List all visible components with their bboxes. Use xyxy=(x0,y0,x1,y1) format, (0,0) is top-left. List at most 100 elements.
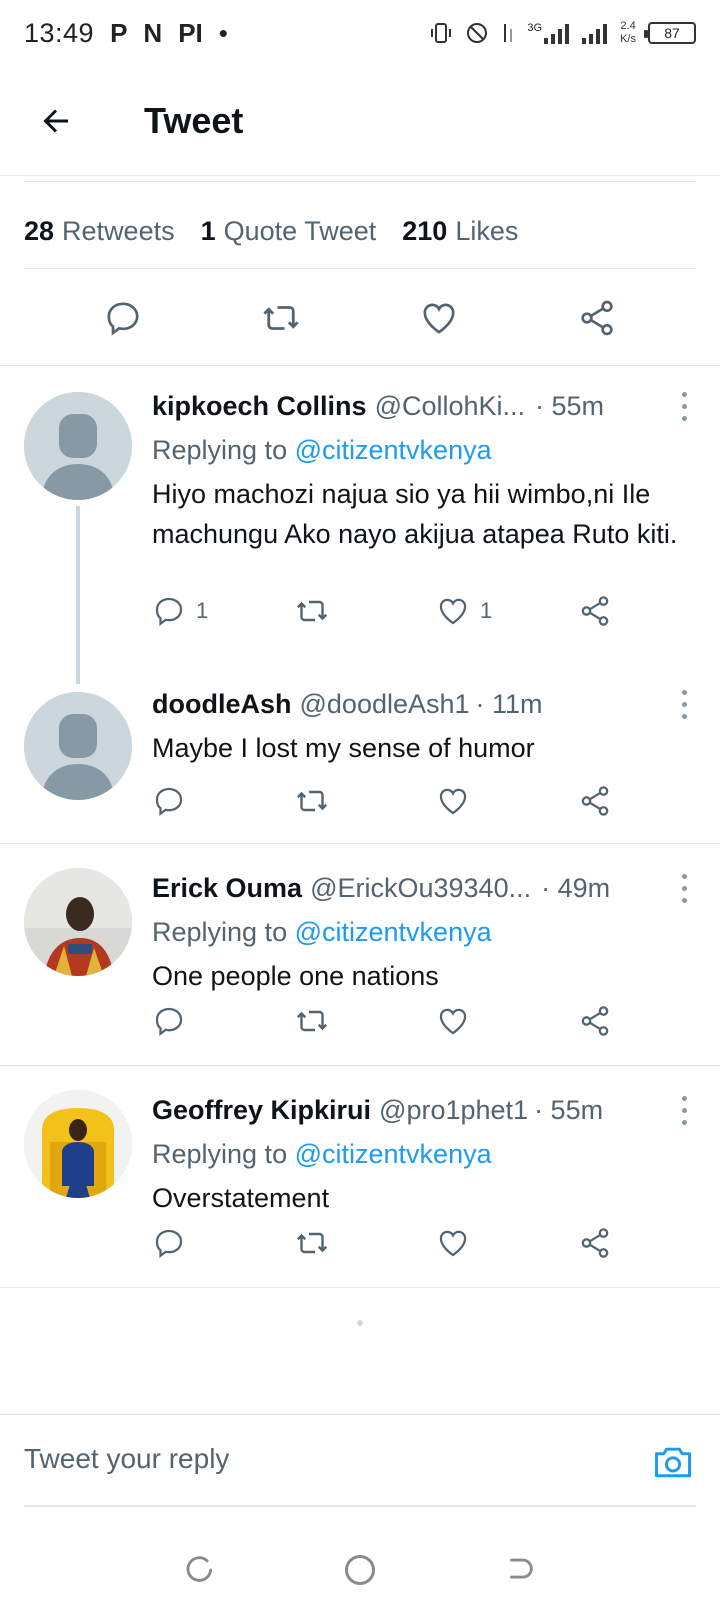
reply-icon xyxy=(155,1007,183,1037)
reply-composer xyxy=(0,1414,720,1510)
author-name[interactable]: doodleAsh xyxy=(152,689,292,720)
tweet-text: Maybe I lost my sense of humor xyxy=(152,733,535,763)
like-button[interactable]: 1 xyxy=(436,594,578,628)
reply-icon xyxy=(155,787,183,817)
tweet-time: · 55m xyxy=(534,1094,604,1125)
mention-link[interactable]: @citizentvkenya xyxy=(295,917,492,947)
do-not-disturb-icon xyxy=(467,23,488,43)
top-app-bar: Tweet xyxy=(0,66,720,176)
network-type-label: 3G xyxy=(527,22,543,34)
retweet-icon xyxy=(263,305,299,330)
arrow-left-icon xyxy=(43,108,68,133)
reply-tweet[interactable]: doodleAsh @doodleAsh1 · 11m Maybe I lost… xyxy=(0,680,720,842)
more-options-button[interactable] xyxy=(672,686,696,722)
retweet-button[interactable] xyxy=(294,783,436,819)
author-handle[interactable]: @ErickOu39340... xyxy=(310,873,531,904)
reply-icon xyxy=(107,301,139,336)
author-name[interactable]: kipkoech Collins xyxy=(152,391,367,422)
replying-to: Replying to @citizentvkenya xyxy=(152,912,696,952)
signal-3g-icon: 3G xyxy=(527,22,570,44)
retweet-button[interactable] xyxy=(294,1225,436,1261)
like-button[interactable] xyxy=(411,290,467,346)
reply-button[interactable] xyxy=(152,1226,294,1260)
battery-icon: 87 xyxy=(644,22,696,44)
avatar[interactable] xyxy=(24,392,132,500)
notification-pi-icon: PI xyxy=(178,17,203,48)
retweet-icon xyxy=(296,1010,328,1032)
reply-input[interactable] xyxy=(24,1429,624,1489)
quote-tweets-stat[interactable]: 1 Quote Tweet xyxy=(201,216,377,247)
reply-tweet[interactable]: kipkoech Collins @CollohKi... · 55m Repl… xyxy=(0,380,720,684)
mention-link[interactable]: @citizentvkenya xyxy=(295,1139,492,1169)
like-button[interactable] xyxy=(436,784,578,818)
heart-icon xyxy=(439,788,467,815)
share-icon xyxy=(581,1006,609,1036)
tweet-text: Overstatement xyxy=(152,1183,330,1213)
author-name[interactable]: Erick Ouma xyxy=(152,873,302,904)
recent-apps-button[interactable] xyxy=(175,1545,225,1595)
signal-icon xyxy=(582,24,608,44)
back-button[interactable] xyxy=(26,91,86,151)
reply-tweet[interactable]: Geoffrey Kipkirui @pro1phet1 · 55m Reply… xyxy=(0,1066,720,1288)
status-time: 13:49 xyxy=(24,17,95,48)
share-button[interactable] xyxy=(578,1004,612,1038)
camera-button[interactable] xyxy=(648,1437,698,1487)
reply-button[interactable] xyxy=(152,784,294,818)
heart-icon xyxy=(439,1008,467,1035)
avatar[interactable] xyxy=(24,692,132,800)
default-avatar-icon xyxy=(24,392,132,500)
retweet-button[interactable] xyxy=(253,290,309,346)
reply-button[interactable] xyxy=(152,1004,294,1038)
share-icon xyxy=(581,596,609,626)
home-button[interactable] xyxy=(335,1545,385,1595)
home-circle-icon xyxy=(345,1555,375,1585)
retweet-button[interactable] xyxy=(294,593,436,629)
reply-button[interactable]: 1 xyxy=(152,594,294,628)
likes-label: Likes xyxy=(455,216,519,246)
tweet-time: · 11m xyxy=(475,688,543,719)
retweets-stat[interactable]: 28 Retweets xyxy=(24,216,175,247)
share-button[interactable] xyxy=(578,594,612,628)
camera-icon xyxy=(655,1447,691,1478)
user-photo-icon xyxy=(24,868,132,976)
divider xyxy=(24,181,696,182)
tweet-time: · 55m xyxy=(535,390,605,421)
retweet-icon xyxy=(296,1232,328,1254)
replying-to: Replying to @citizentvkenya xyxy=(152,430,696,470)
battery-level: 87 xyxy=(664,25,680,41)
likes-stat[interactable]: 210 Likes xyxy=(402,216,518,247)
reply-icon xyxy=(155,597,183,627)
more-options-button[interactable] xyxy=(672,1092,696,1128)
author-handle[interactable]: @doodleAsh1 xyxy=(300,689,470,720)
like-button[interactable] xyxy=(436,1004,578,1038)
reply-tweet[interactable]: Erick Ouma @ErickOu39340... · 49m Replyi… xyxy=(0,844,720,1066)
share-button[interactable] xyxy=(569,290,625,346)
author-handle[interactable]: @CollohKi... xyxy=(375,391,525,422)
retweet-button[interactable] xyxy=(294,1003,436,1039)
author-handle[interactable]: @pro1phet1 xyxy=(379,1095,528,1126)
avatar[interactable] xyxy=(24,1090,132,1198)
share-icon xyxy=(581,300,613,335)
share-button[interactable] xyxy=(578,1226,612,1260)
back-nav-icon xyxy=(510,1558,533,1579)
page-title: Tweet xyxy=(144,99,244,141)
share-button[interactable] xyxy=(578,784,612,818)
replying-prefix: Replying to xyxy=(152,435,288,465)
loading-indicator xyxy=(357,1320,363,1326)
user-photo-icon xyxy=(24,1090,132,1198)
share-icon xyxy=(581,1228,609,1258)
mention-link[interactable]: @citizentvkenya xyxy=(295,435,492,465)
back-nav-button[interactable] xyxy=(495,1545,545,1595)
tweet-text: One people one nations xyxy=(152,961,439,991)
more-options-button[interactable] xyxy=(672,388,696,424)
replying-prefix: Replying to xyxy=(152,917,288,947)
vibrate-icon xyxy=(431,23,452,43)
tweet-actions xyxy=(0,270,720,366)
like-button[interactable] xyxy=(436,1226,578,1260)
reply-button[interactable] xyxy=(95,290,151,346)
avatar[interactable] xyxy=(24,868,132,976)
more-options-button[interactable] xyxy=(672,870,696,906)
recent-apps-icon xyxy=(186,1556,213,1582)
reply-icon xyxy=(155,1229,183,1259)
author-name[interactable]: Geoffrey Kipkirui xyxy=(152,1095,371,1126)
